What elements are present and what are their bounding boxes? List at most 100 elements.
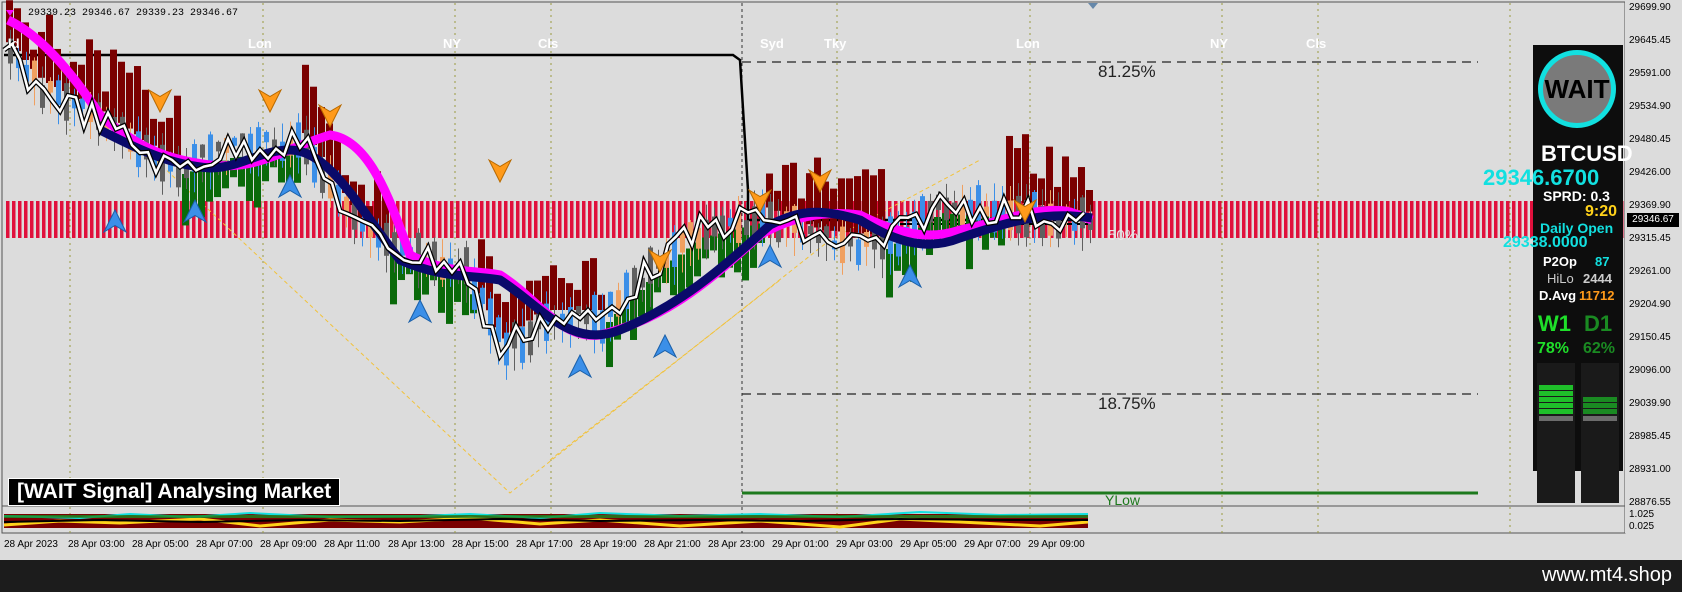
bar-timer: 9:20 <box>1585 203 1618 220</box>
histogram-bar <box>710 235 717 251</box>
histogram-bar <box>1022 134 1029 203</box>
histogram-bar <box>302 64 309 133</box>
price-axis[interactable]: 29699.90 29645.45 29591.00 29534.90 2948… <box>1625 0 1682 533</box>
time-tick: 29 Apr 07:00 <box>964 539 1021 550</box>
w1-percent: 78% <box>1537 340 1570 357</box>
time-tick: 28 Apr 11:00 <box>324 539 380 550</box>
histogram-bar <box>150 118 157 146</box>
time-tick: 28 Apr 13:00 <box>388 539 445 550</box>
histogram-bar <box>550 265 557 310</box>
time-tick: 29 Apr 01:00 <box>772 539 829 550</box>
session-label: Syd <box>760 36 784 51</box>
time-tick: 28 Apr 15:00 <box>452 539 509 550</box>
time-tick: 29 Apr 05:00 <box>900 539 957 550</box>
time-tick: 28 Apr 07:00 <box>196 539 253 550</box>
symbol-label: BTCUSD <box>1541 141 1633 166</box>
time-tick: 28 Apr 03:00 <box>68 539 125 550</box>
price-chart[interactable] <box>0 0 1682 560</box>
histogram-bar <box>134 66 141 135</box>
histogram-bar <box>118 61 125 123</box>
session-label: Lon <box>1016 36 1040 51</box>
fib-upper-label: 81.25% <box>1098 62 1156 81</box>
price-tick: 29096.00 <box>1629 365 1671 376</box>
histogram-bar <box>142 89 149 140</box>
time-tick: 28 Apr 09:00 <box>260 539 317 550</box>
buy-arrow-icon <box>757 243 783 269</box>
ylow-label: YLow <box>1105 492 1141 508</box>
histogram-bar <box>566 283 573 310</box>
osc-tick: 1.025 <box>1629 509 1655 520</box>
histogram-bar <box>478 239 485 294</box>
spread-label: SPRD: 0.3 <box>1543 188 1610 204</box>
time-tick: 28 Apr 17:00 <box>516 539 573 550</box>
time-tick: 28 Apr 05:00 <box>132 539 189 550</box>
histogram-bar <box>1014 148 1021 202</box>
histogram-bar <box>886 249 893 298</box>
histogram-bar <box>174 95 181 159</box>
d1-label: D1 <box>1584 311 1613 336</box>
sell-arrow-icon <box>257 88 283 114</box>
session-label: ld <box>8 36 20 51</box>
price-tick: 29315.45 <box>1629 233 1671 244</box>
price-tick: 29039.90 <box>1629 398 1671 409</box>
time-tick: 28 Apr 21:00 <box>644 539 701 550</box>
buy-arrow-icon <box>407 298 433 324</box>
histogram-bar <box>1062 156 1069 209</box>
price-tick: 29204.90 <box>1629 299 1671 310</box>
session-label: NY <box>443 36 462 51</box>
current-price-label: 29346.67 <box>1627 213 1679 227</box>
histogram-bar <box>1070 177 1077 210</box>
time-axis[interactable]: 28 Apr 2023 28 Apr 03:00 28 Apr 05:00 28… <box>0 533 1625 560</box>
p2op-label: P2Op <box>1543 254 1577 269</box>
hilo-value: 2444 <box>1583 271 1612 286</box>
session-label: Tky <box>824 36 847 51</box>
price-tick: 29591.00 <box>1629 68 1671 79</box>
signal-panel: WAIT BTCUSD 29346.6700 SPRD: 0.3 9:20 Da… <box>1483 45 1633 503</box>
time-tick: 28 Apr 23:00 <box>708 539 765 550</box>
price-tick: 29480.45 <box>1629 134 1671 145</box>
d1-strength-meter <box>1581 363 1619 503</box>
time-tick: 29 Apr 03:00 <box>836 539 893 550</box>
buy-arrow-icon <box>567 353 593 379</box>
price-tick: 29645.45 <box>1629 35 1671 46</box>
session-grid <box>69 3 1511 533</box>
histogram-bar <box>110 49 117 118</box>
session-label: NY <box>1210 36 1229 51</box>
histogram-bar <box>846 178 853 233</box>
time-tick: 28 Apr 2023 <box>4 539 58 550</box>
w1-label: W1 <box>1538 311 1571 336</box>
davg-label: D.Avg <box>1539 288 1577 303</box>
price-tick: 28931.00 <box>1629 464 1671 475</box>
histogram-bar <box>1054 186 1061 208</box>
time-tick: 28 Apr 19:00 <box>580 539 637 550</box>
histogram-bar <box>582 260 589 310</box>
session-label: Cls <box>538 36 559 51</box>
price-tick: 29534.90 <box>1629 101 1671 112</box>
histogram-bar <box>774 190 781 211</box>
fib-mid-label: 50% <box>1108 227 1139 244</box>
histogram-bar <box>1038 178 1045 206</box>
histogram-bar <box>782 164 789 215</box>
oscillator <box>3 510 1089 529</box>
fib-lower-label: 18.75% <box>1098 394 1156 413</box>
histogram-bar <box>558 278 565 310</box>
sell-arrow-icon <box>147 88 173 114</box>
histogram-bar <box>822 181 829 231</box>
session-label: Lon <box>248 36 272 51</box>
w1-strength-meter <box>1537 363 1575 503</box>
histogram-bar <box>94 50 101 107</box>
price-tick: 29699.90 <box>1629 2 1671 13</box>
zigzag-lines <box>59 69 981 494</box>
hilo-label: HiLo <box>1547 271 1574 286</box>
sell-arrow-icon <box>487 158 513 184</box>
histogram-bar <box>1046 146 1053 207</box>
histogram-bar <box>838 178 845 232</box>
davg-value: 11712 <box>1579 288 1615 303</box>
chart-area[interactable]: 29339.23 29346.67 29339.23 29346.67 ld L… <box>0 0 1682 560</box>
buy-arrow-icon <box>652 333 678 359</box>
price-tick: 29426.00 <box>1629 167 1671 178</box>
price-tick: 28876.55 <box>1629 497 1671 508</box>
osc-tick: 0.025 <box>1629 521 1655 532</box>
histogram-bar <box>686 248 693 288</box>
histogram-bar <box>1006 135 1013 201</box>
